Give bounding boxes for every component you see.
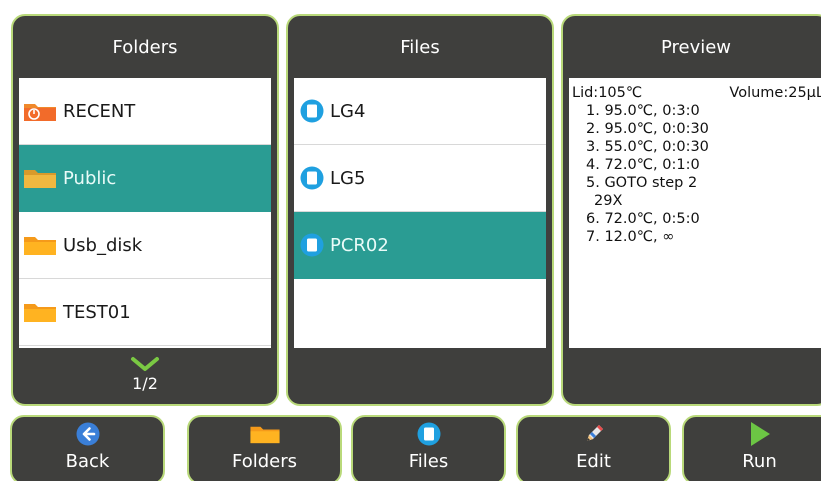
edit-button[interactable]: Edit bbox=[516, 415, 671, 481]
recent-folder-icon bbox=[24, 104, 56, 121]
back-arrow-icon bbox=[76, 422, 99, 446]
folder-icon bbox=[249, 426, 280, 444]
preview-header: Preview bbox=[660, 36, 732, 58]
folder-item-label: Usb_disk bbox=[63, 234, 143, 256]
folder-icon bbox=[24, 237, 56, 255]
file-item-pcr02[interactable]: PCR02 bbox=[294, 212, 546, 279]
program-step: 3. 55.0℃, 0:0:30 bbox=[586, 139, 709, 155]
folder-icon bbox=[24, 304, 56, 322]
run-button-label: Run bbox=[742, 451, 777, 472]
folders-header: Folders bbox=[112, 36, 178, 58]
program-step: 2. 95.0℃, 0:0:30 bbox=[586, 121, 709, 137]
preview-summary: Lid:105℃ Volume:25μL bbox=[572, 84, 821, 102]
page-indicator: 1/2 bbox=[132, 373, 158, 393]
file-item-label: PCR02 bbox=[330, 234, 389, 256]
file-item-lg4[interactable]: LG4 bbox=[294, 78, 546, 145]
folders-list: RECENT Public Usb_disk TEST01 bbox=[19, 78, 271, 348]
file-item-label: LG4 bbox=[330, 100, 366, 122]
preview-panel: Preview Lid:105℃ Volume:25μL 1. 95.0℃, 0… bbox=[561, 14, 821, 406]
preview-content: Lid:105℃ Volume:25μL 1. 95.0℃, 0:3:0 2. … bbox=[569, 78, 821, 348]
back-button-label: Back bbox=[65, 451, 110, 472]
file-icon bbox=[300, 233, 324, 257]
folder-item-usb-disk[interactable]: Usb_disk bbox=[19, 212, 271, 279]
lid-temperature: Lid:105℃ bbox=[572, 85, 643, 101]
folders-pager[interactable]: 1/2 bbox=[13, 344, 277, 404]
folder-item-label: Public bbox=[63, 167, 117, 189]
chevron-down-icon[interactable] bbox=[130, 356, 160, 372]
folder-item-label: RECENT bbox=[63, 100, 136, 122]
files-list: LG4 LG5 PCR02 bbox=[294, 78, 546, 348]
file-icon bbox=[300, 166, 324, 190]
folder-item-recent[interactable]: RECENT bbox=[19, 78, 271, 145]
files-button[interactable]: Files bbox=[351, 415, 506, 481]
file-item-lg5[interactable]: LG5 bbox=[294, 145, 546, 212]
folders-panel: Folders RECENT Public Usb_disk TEST01 1/… bbox=[11, 14, 279, 406]
files-panel: Files LG4 LG5 PCR02 bbox=[286, 14, 554, 406]
pencil-icon bbox=[586, 425, 603, 441]
preview-footer bbox=[563, 344, 821, 404]
file-icon bbox=[417, 422, 440, 446]
program-step: 7. 12.0℃, ∞ bbox=[586, 229, 675, 245]
file-icon bbox=[300, 99, 324, 123]
folders-button[interactable]: Folders bbox=[187, 415, 342, 481]
play-icon bbox=[750, 422, 770, 446]
folder-item-public[interactable]: Public bbox=[19, 145, 271, 212]
folders-button-label: Folders bbox=[231, 451, 297, 472]
files-footer bbox=[288, 344, 552, 404]
folder-icon bbox=[24, 170, 56, 188]
files-button-label: Files bbox=[408, 451, 449, 472]
run-button[interactable]: Run bbox=[682, 415, 821, 481]
program-step: 5. GOTO step 2 bbox=[586, 175, 698, 191]
back-button[interactable]: Back bbox=[10, 415, 165, 481]
program-step-repeat: 29X bbox=[594, 193, 623, 209]
files-header: Files bbox=[400, 36, 440, 58]
program-step: 6. 72.0℃, 0:5:0 bbox=[586, 211, 700, 227]
reaction-volume: Volume:25μL bbox=[729, 85, 821, 101]
file-item-label: LG5 bbox=[330, 167, 366, 189]
edit-button-label: Edit bbox=[576, 451, 611, 472]
folder-item-label: TEST01 bbox=[63, 301, 131, 323]
program-step: 4. 72.0℃, 0:1:0 bbox=[586, 157, 700, 173]
program-step: 1. 95.0℃, 0:3:0 bbox=[586, 103, 700, 119]
folder-item-test01[interactable]: TEST01 bbox=[19, 279, 271, 346]
